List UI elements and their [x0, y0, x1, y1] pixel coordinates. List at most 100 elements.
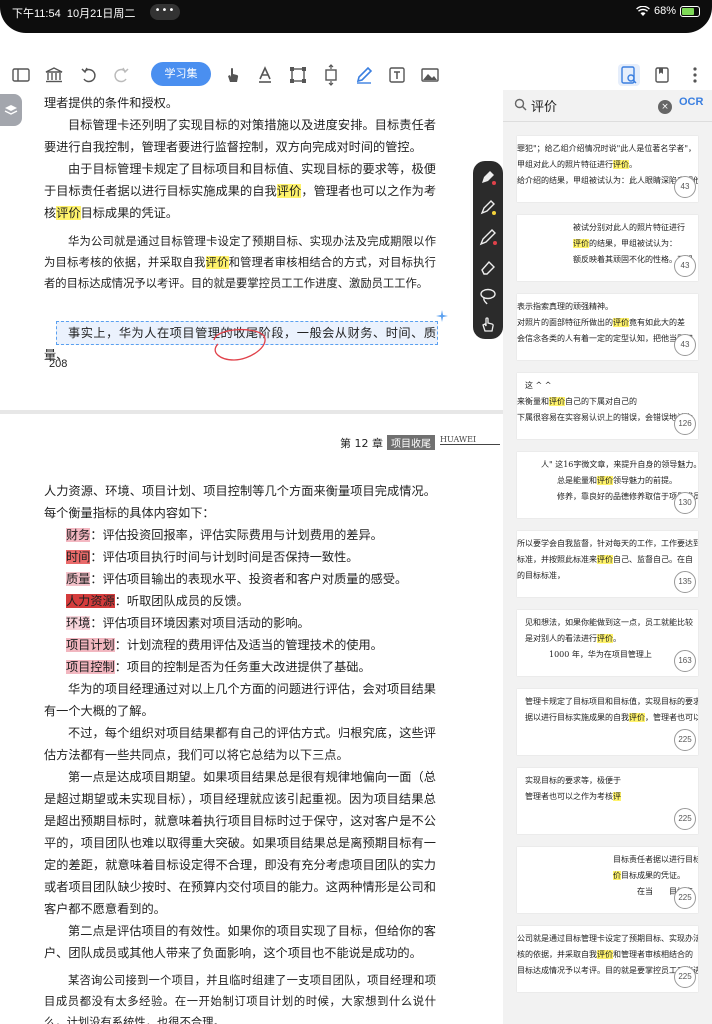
result-snippet-line: 价目标成果的凭证。: [613, 871, 685, 880]
pen-tool-icon[interactable]: [353, 64, 375, 86]
sidebar-toggle-icon[interactable]: [10, 64, 32, 86]
result-snippet-line: 给介绍的结果，甲组被试认为：此人眼睛深陷表明他凶狠，: [517, 176, 698, 185]
status-bar: 下午11:54 10月21日周二 ••• 68%: [0, 0, 712, 24]
rectangle-select-icon[interactable]: [287, 64, 309, 86]
chapter-header: 第 12 章项目收尾: [340, 435, 435, 451]
sparkle-icon: [436, 310, 448, 322]
page-badge: 130: [674, 492, 696, 514]
criteria-value: ：听取团队成员的反馈。: [114, 594, 249, 608]
search-highlight: 评: [613, 792, 621, 801]
search-result-card[interactable]: 见和想法，如果你能做到这一点，员工就能比较 是对别人的看法进行评价。 1000 …: [517, 610, 698, 676]
search-result-card[interactable]: 这 ^ ^ 来衡量和评价自己的下属对自己的 下属很容易在实容易认识上的错误，会错误地…: [517, 373, 698, 439]
result-snippet-line: 所以要学会自我监督，针对每天的工作，工作要达到的目标: [517, 539, 698, 548]
page-badge: 163: [674, 650, 696, 672]
result-snippet-line: 标准，并按照此标准来评价自己、监督自己。在自: [517, 555, 693, 564]
search-highlight: 评价: [629, 713, 645, 722]
search-highlight: 评价: [549, 397, 565, 406]
battery-percent: 68%: [653, 5, 676, 17]
lasso-icon[interactable]: [478, 286, 498, 306]
search-highlight: 评价: [276, 184, 302, 198]
highlighter-icon[interactable]: [478, 197, 498, 217]
result-snippet-line: 总是能量和评价领导魅力的前提。: [517, 476, 677, 485]
study-set-button[interactable]: 学习集: [151, 62, 211, 86]
search-result-card[interactable]: 目标责任者据以进行目标实施 价目标成果的凭证。 在当 目标点 225: [517, 847, 698, 913]
search-panel: 评价 × OCR 罪犯"；给乙组介绍情况时说"此人是位著名学者"， 甲组对此人的照…: [503, 90, 712, 1024]
search-result-card[interactable]: 所以要学会自我监督，针对每天的工作，工作要达到的目标标准，并按照此标准来评价自己…: [517, 531, 698, 597]
page-badge: 43: [674, 176, 696, 198]
result-snippet-line: 这 ^ ^: [517, 381, 552, 390]
handwritten-circle: [213, 328, 266, 361]
criteria-key: 时间: [66, 550, 91, 564]
result-snippet-line: 公司就是通过目标管理卡设定了预期目标、实现办法: [517, 934, 698, 943]
search-divider: [503, 121, 712, 122]
criteria-key: 质量: [66, 572, 91, 586]
battery-icon: [680, 5, 700, 17]
search-highlight: 评价: [205, 256, 229, 269]
search-highlight: 评价: [597, 634, 613, 643]
fountain-pen-icon[interactable]: [478, 167, 498, 187]
result-snippet-line: 会信念各类的人有着一定的定型认知，把他当罪犯: [517, 334, 693, 343]
result-snippet-line: 目标达成情况予以考评。目的就是要掌控员工工作进: [517, 966, 698, 975]
criteria-value: ：项目的控制是否为任务重大改进提供了基础。: [114, 660, 371, 674]
page-divider: [0, 410, 503, 414]
document-viewer[interactable]: 理者提供的条件和授权。 目标管理卡还列明了实现目标的对策措施以及进度安排。目标责…: [0, 90, 503, 1024]
page-badge: 43: [674, 255, 696, 277]
search-result-card[interactable]: 被试分别对此人的照片特征进行 评价的结果，甲组被试认为： 额反映着其顽固不化的性…: [517, 215, 698, 281]
result-snippet-line: 的目标标准，: [517, 571, 565, 580]
search-highlight: 评价: [597, 950, 613, 959]
search-highlight: 评价: [597, 555, 613, 564]
text-box-icon[interactable]: [386, 64, 408, 86]
criteria-key: 项目计划: [66, 638, 115, 652]
search-result-card[interactable]: 管理卡规定了目标项目和目标值，实现目标的要求等， 据以进行目标实施成果的自我评价…: [517, 689, 698, 755]
ocr-button[interactable]: OCR: [679, 96, 703, 108]
search-result-card[interactable]: 罪犯"；给乙组介绍情况时说"此人是位著名学者"， 甲组对此人的照片特征进行评价。给…: [517, 136, 698, 202]
result-snippet-line: 目标责任者据以进行目标实施: [517, 855, 698, 864]
search-result-card[interactable]: 公司就是通过目标管理卡设定了预期目标、实现办法 核的依据，并采取自我评价和管理者审…: [517, 926, 698, 992]
more-options-icon[interactable]: [684, 64, 706, 86]
search-result-card[interactable]: 实现目标的要求等，极便于 管理者也可以之作为考核评 225: [517, 768, 698, 834]
result-snippet-line: 核的依据，并采取自我评价和管理者审核相结合的: [517, 950, 693, 959]
resize-icon[interactable]: [320, 64, 342, 86]
criteria-value: ：评估项目输出的表现水平、投资者和客户对质量的感受。: [90, 572, 408, 586]
criteria-item: 人力资源：听取团队成员的反馈。: [66, 590, 436, 612]
annotation-toolbar: [473, 161, 503, 339]
undo-icon[interactable]: [78, 64, 100, 86]
criteria-item: 财务：评估投资回报率，评估实际费用与计划费用的差异。: [66, 524, 436, 546]
result-snippet-line: 1000 年，华为在项目管理上: [517, 650, 652, 659]
page-badge: 225: [674, 808, 696, 830]
result-snippet-line: 在当 目标点: [517, 887, 693, 896]
result-snippet-line: 评价的结果，甲组被试认为：: [573, 239, 677, 248]
page-badge: 225: [674, 729, 696, 751]
image-icon[interactable]: [419, 64, 441, 86]
text-underline-icon[interactable]: [254, 64, 276, 86]
page-badge: 225: [674, 887, 696, 909]
clear-search-button[interactable]: ×: [658, 100, 672, 114]
pencil-icon[interactable]: [478, 227, 498, 247]
redo-icon[interactable]: [110, 64, 132, 86]
result-snippet-line: 被试分别对此人的照片特征进行: [517, 223, 685, 232]
result-snippet-line: [517, 727, 525, 741]
library-icon[interactable]: [43, 64, 65, 86]
status-time: 下午11:54 10月21日周二: [12, 8, 136, 20]
paragraph: 华为的项目经理通过对以上几个方面的问题进行评估，会对项目结果有一个大概的了解。: [44, 682, 436, 718]
criteria-item: 项目控制：项目的控制是否为任务重大改进提供了基础。: [66, 656, 436, 678]
touch-gesture-icon[interactable]: [478, 314, 498, 334]
result-snippet-line: 罪犯"；给乙组介绍情况时说"此人是位著名学者"，: [517, 144, 697, 153]
multitask-dots[interactable]: •••: [150, 4, 180, 20]
criteria-item: 时间：评估项目执行时间与计划时间是否保持一致性。: [66, 546, 436, 568]
search-document-icon[interactable]: [618, 64, 640, 86]
eraser-icon[interactable]: [478, 257, 498, 277]
search-result-card[interactable]: 表示指索真理的顽强精神。 对照片的面部特征所做出的评价竟有如此大的差 会信念各类的人…: [517, 294, 698, 360]
result-snippet-line: 见和想法，如果你能做到这一点，员工就能比较: [517, 618, 693, 627]
search-highlight: 评价: [597, 476, 613, 485]
result-snippet-line: 据以进行目标实施成果的自我评价，管理者也可以之作为: [517, 713, 698, 722]
search-result-card[interactable]: 人" 这16字微文章，来提升自身的领导魅力。 总是能量和评价领导魅力的前提。 修…: [517, 452, 698, 518]
hand-tool-icon[interactable]: [222, 64, 244, 86]
page-badge: 43: [674, 334, 696, 356]
result-snippet-line: 人" 这16字微文章，来提升自身的领导魅力。: [517, 460, 698, 469]
search-input[interactable]: 评价 ×: [511, 94, 672, 118]
bookmark-icon[interactable]: [651, 64, 673, 86]
paragraph: 人力资源、环境、项目计划、项目控制等几个方面来衡量项目完成情况。每个衡量指标的具…: [44, 484, 436, 520]
paragraph: 第二点是评估项目的有效性。如果你的项目实现了目标，但给你的客户、团队成员或其他人…: [44, 924, 436, 960]
page-badge: 225: [674, 966, 696, 988]
